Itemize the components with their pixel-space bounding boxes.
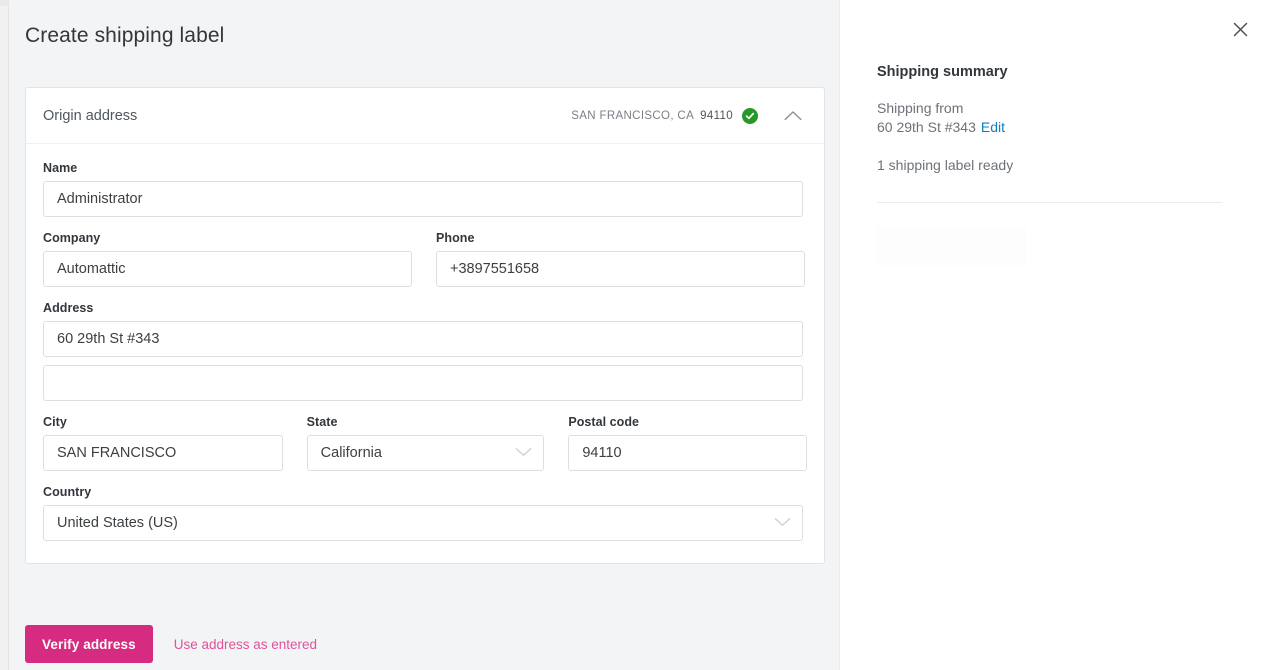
address-summary-city-state: SAN FRANCISCO, CA bbox=[571, 110, 694, 122]
origin-address-summary: SAN FRANCISCO, CA 94110 bbox=[571, 101, 808, 131]
city-label: City bbox=[43, 415, 283, 429]
phone-field-group: Phone bbox=[436, 231, 805, 287]
city-field-group: City bbox=[43, 415, 283, 471]
origin-address-form: Name Company Phone bbox=[26, 144, 824, 563]
modal-footer-actions: Verify address Use address as entered bbox=[25, 625, 329, 663]
address-field-group: Address bbox=[43, 301, 803, 401]
name-input[interactable] bbox=[43, 181, 803, 217]
form-row-company-phone: Company Phone bbox=[43, 231, 807, 287]
check-circle-icon bbox=[742, 108, 758, 124]
company-field-group: Company bbox=[43, 231, 412, 287]
shipping-summary-content: Shipping summary Shipping from 60 29th S… bbox=[840, 0, 1272, 265]
phone-label: Phone bbox=[436, 231, 805, 245]
country-select[interactable]: United States (US) bbox=[43, 505, 803, 541]
chevron-up-icon[interactable] bbox=[778, 101, 808, 131]
shipping-from-address-row: 60 29th St #343 Edit bbox=[877, 118, 1230, 137]
form-row-name: Name bbox=[43, 161, 807, 217]
shipping-from-label: Shipping from bbox=[877, 99, 1230, 117]
labels-ready-status: 1 shipping label ready bbox=[877, 157, 1230, 173]
state-field-group: State California bbox=[307, 415, 545, 471]
close-button[interactable] bbox=[1226, 17, 1254, 45]
origin-address-title: Origin address bbox=[43, 108, 137, 124]
form-row-country: Country United States (US) bbox=[43, 485, 807, 541]
shipping-summary-sidebar: Shipping summary Shipping from 60 29th S… bbox=[840, 0, 1272, 670]
address-line1-input[interactable] bbox=[43, 321, 803, 357]
phone-input[interactable] bbox=[436, 251, 805, 287]
address-summary-text: SAN FRANCISCO, CA 94110 bbox=[571, 110, 733, 122]
country-select-value: United States (US) bbox=[57, 515, 178, 531]
postal-code-input[interactable] bbox=[568, 435, 807, 471]
edit-shipping-from-link[interactable]: Edit bbox=[981, 119, 1005, 135]
form-row-city-state-postal: City State California bbox=[43, 415, 807, 471]
postal-code-field-group: Postal code bbox=[568, 415, 807, 471]
screen: Create shipping label Origin address SAN… bbox=[0, 0, 1272, 670]
buy-shipping-label-button[interactable]: Buy shipping label bbox=[877, 227, 1026, 265]
page-title: Create shipping label bbox=[25, 20, 224, 52]
shipping-summary-title: Shipping summary bbox=[877, 64, 1230, 80]
background-page-sliver bbox=[0, 0, 9, 670]
use-address-as-entered-button[interactable]: Use address as entered bbox=[162, 637, 329, 652]
state-select-value: California bbox=[321, 445, 382, 461]
address-summary-postal: 94110 bbox=[700, 110, 733, 122]
shipping-from-address: 60 29th St #343 bbox=[877, 119, 976, 135]
verify-address-button[interactable]: Verify address bbox=[25, 625, 153, 663]
chevron-down-icon bbox=[515, 445, 532, 461]
company-input[interactable] bbox=[43, 251, 412, 287]
name-label: Name bbox=[43, 161, 803, 175]
origin-address-card-header[interactable]: Origin address SAN FRANCISCO, CA 94110 bbox=[26, 88, 824, 144]
city-input[interactable] bbox=[43, 435, 283, 471]
country-label: Country bbox=[43, 485, 803, 499]
chevron-down-icon bbox=[774, 515, 791, 531]
modal-main-column: Create shipping label Origin address SAN… bbox=[9, 0, 840, 670]
name-field-group: Name bbox=[43, 161, 803, 217]
form-row-address: Address bbox=[43, 301, 807, 401]
country-field-group: Country United States (US) bbox=[43, 485, 803, 541]
postal-code-label: Postal code bbox=[568, 415, 807, 429]
origin-address-card: Origin address SAN FRANCISCO, CA 94110 bbox=[25, 87, 825, 564]
create-shipping-label-modal: Create shipping label Origin address SAN… bbox=[9, 0, 1272, 670]
address-label: Address bbox=[43, 301, 803, 315]
address-line2-input[interactable] bbox=[43, 365, 803, 401]
state-select[interactable]: California bbox=[307, 435, 545, 471]
close-icon bbox=[1233, 22, 1248, 40]
sidebar-divider bbox=[877, 202, 1222, 203]
state-label: State bbox=[307, 415, 545, 429]
company-label: Company bbox=[43, 231, 412, 245]
